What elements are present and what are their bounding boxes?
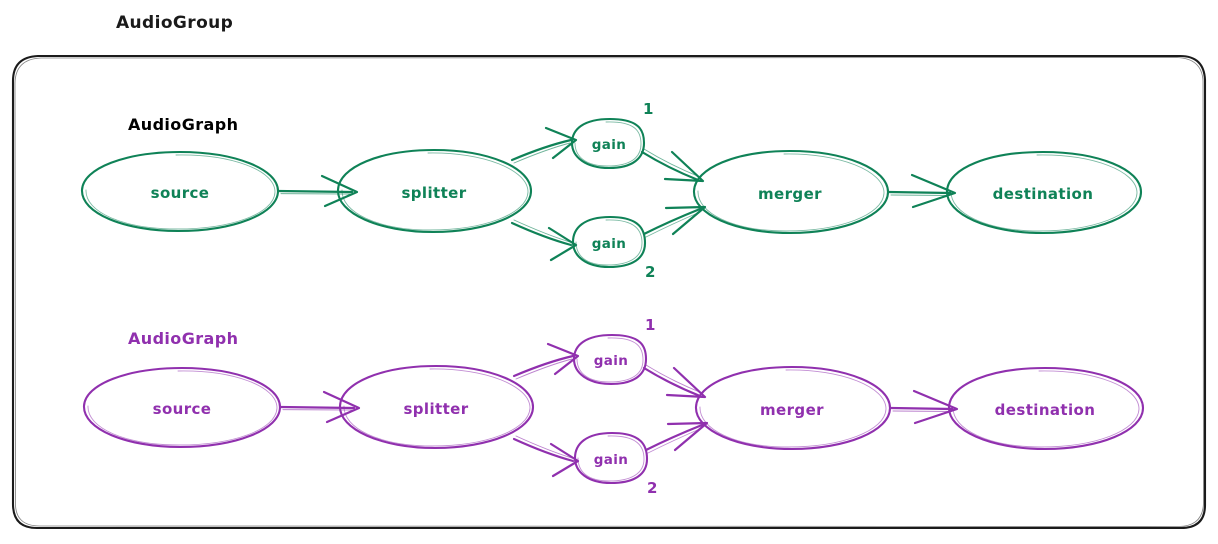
node-merger[interactable]: merger (694, 365, 892, 451)
graph-purple: AudioGraph source splitter gain 1 gain 2… (82, 316, 1145, 497)
edge-gain2-to-merger (644, 421, 709, 454)
node-label: merger (760, 401, 824, 419)
node-label: gain (594, 452, 629, 468)
node-gain-1[interactable]: gain (570, 117, 646, 170)
edge-gain1-to-merger (640, 148, 705, 183)
node-label: splitter (401, 184, 466, 202)
edge-gain2-to-merger (642, 205, 707, 238)
port-label-gain-1: 1 (643, 100, 654, 118)
node-gain-2[interactable]: gain (573, 431, 649, 485)
graph-title: AudioGraph (128, 115, 238, 134)
group-title: AudioGroup (116, 13, 233, 33)
node-label: splitter (403, 400, 468, 418)
diagram-canvas: AudioGroup AudioGraph source splitter ga… (0, 0, 1218, 544)
edge-merger-to-destination (887, 173, 957, 209)
edge-gain1-to-merger (642, 364, 707, 399)
node-splitter[interactable]: splitter (336, 148, 533, 234)
node-label: source (151, 184, 210, 202)
node-source[interactable]: source (80, 150, 280, 233)
node-destination[interactable]: destination (947, 366, 1145, 451)
port-label-gain-2: 2 (645, 263, 656, 281)
node-label: gain (592, 137, 627, 153)
node-label: source (153, 400, 212, 418)
node-destination[interactable]: destination (945, 150, 1143, 235)
node-label: destination (995, 401, 1096, 419)
node-label: merger (758, 185, 822, 203)
node-splitter[interactable]: splitter (338, 364, 535, 450)
edge-splitter-to-gain2 (512, 435, 580, 478)
node-label: destination (993, 185, 1094, 203)
port-label-gain-2: 2 (647, 479, 658, 497)
edge-merger-to-destination (889, 389, 959, 425)
node-source[interactable]: source (82, 366, 282, 449)
graph-title: AudioGraph (128, 329, 238, 348)
node-gain-2[interactable]: gain (571, 215, 647, 269)
node-merger[interactable]: merger (692, 149, 890, 235)
edge-splitter-to-gain2 (510, 219, 578, 262)
node-label: gain (594, 353, 629, 369)
node-label: gain (592, 236, 627, 252)
edge-splitter-to-gain1 (510, 126, 578, 164)
graph-green: AudioGraph source splitter gain 1 gain 2… (80, 100, 1143, 281)
port-label-gain-1: 1 (645, 316, 656, 334)
edge-splitter-to-gain1 (512, 342, 580, 380)
node-gain-1[interactable]: gain (572, 333, 648, 386)
